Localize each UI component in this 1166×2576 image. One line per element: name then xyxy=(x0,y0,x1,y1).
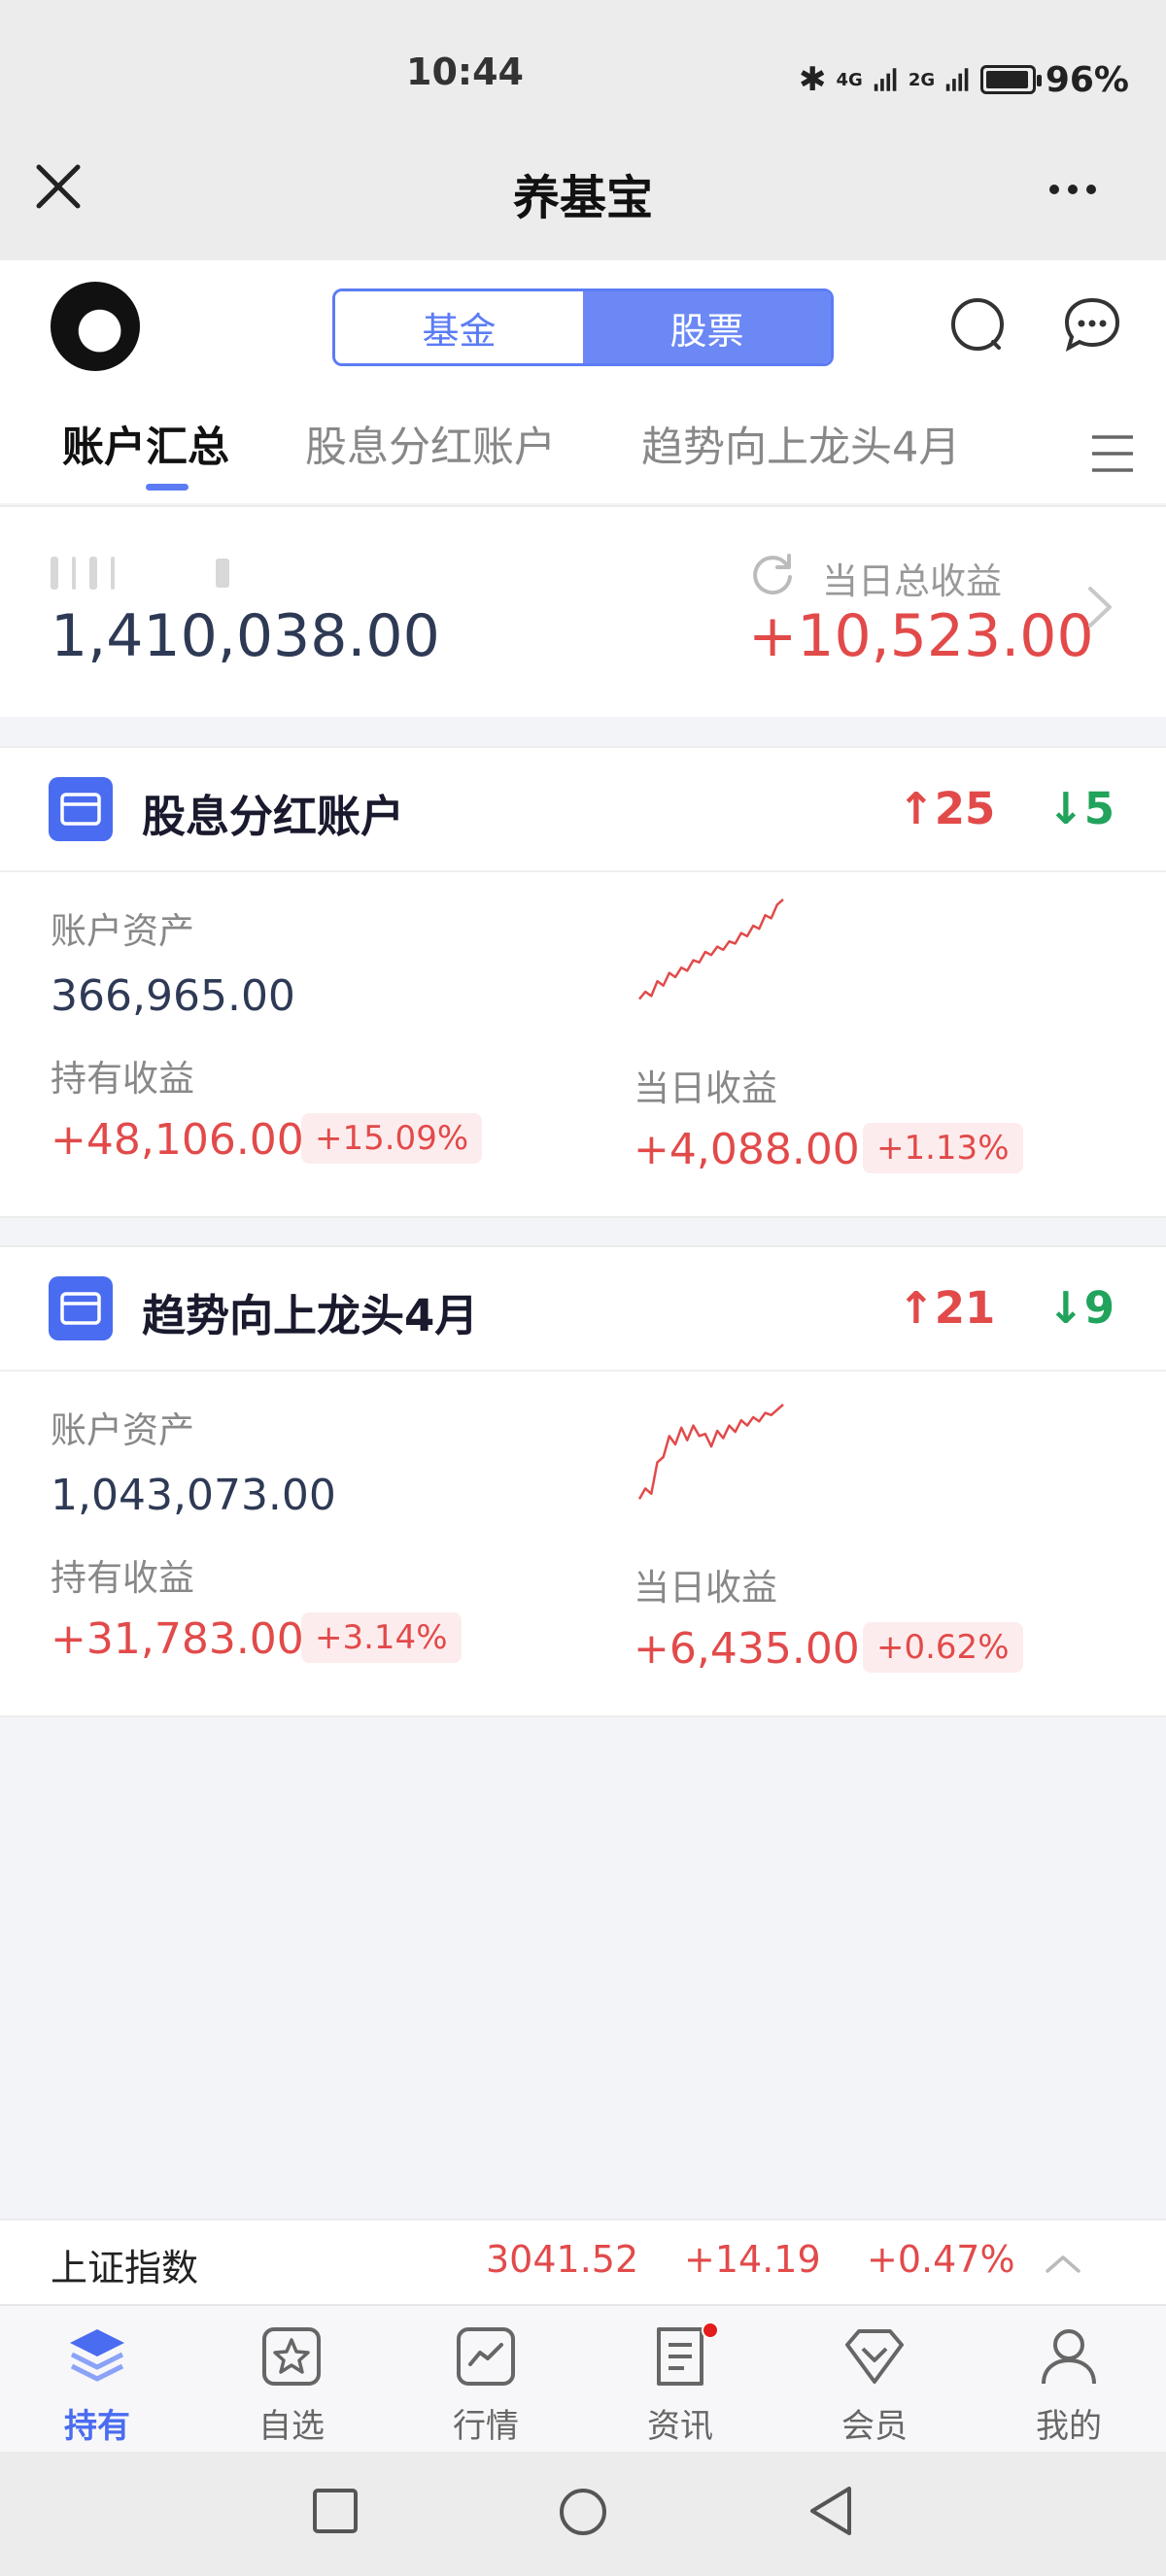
up-count-value: 21 xyxy=(934,1282,996,1334)
recent-apps-icon[interactable] xyxy=(311,2487,360,2535)
down-count: ↓5 xyxy=(1047,783,1115,834)
hold-gain-label: 持有收益 xyxy=(51,1557,194,1599)
up-count: ↑25 xyxy=(898,783,995,834)
blurred-account-name xyxy=(51,556,274,591)
assets-label: 账户资产 xyxy=(51,1409,194,1451)
up-count-value: 25 xyxy=(934,783,996,834)
hold-gain-value: +31,783.00 xyxy=(51,1614,304,1664)
total-assets: 1,410,038.00 xyxy=(51,602,440,670)
notification-badge xyxy=(702,2322,719,2339)
hold-gain-value: +48,106.00 xyxy=(51,1115,304,1165)
arrow-down-icon: ↓ xyxy=(1047,783,1084,834)
layers-icon xyxy=(70,2329,124,2382)
arrow-down-icon: ↓ xyxy=(1047,1282,1084,1334)
index-change-percent: +0.47% xyxy=(867,2238,1015,2281)
nav-label: 行情 xyxy=(453,2407,519,2446)
hold-gain-percent: +15.09% xyxy=(301,1113,483,1164)
daily-gain-percent: +1.13% xyxy=(863,1123,1023,1173)
back-icon[interactable] xyxy=(806,2485,855,2537)
sparkline-chart xyxy=(637,1404,784,1500)
daily-total-value: +10,523.00 xyxy=(748,602,1094,670)
page-title: 养基宝 xyxy=(512,171,653,225)
menu-icon[interactable] xyxy=(1088,429,1137,478)
network-2-label: 2G xyxy=(908,69,936,90)
nav-label: 会员 xyxy=(841,2407,908,2446)
clock: 10:44 xyxy=(406,51,524,93)
divider xyxy=(0,870,1166,872)
arrow-up-icon: ↑ xyxy=(898,783,935,834)
segment-fund[interactable]: 基金 xyxy=(335,291,583,363)
daily-gain-value: +6,435.00 xyxy=(634,1624,860,1674)
refresh-icon[interactable] xyxy=(750,552,795,596)
nav-label: 持有 xyxy=(64,2407,130,2446)
message-icon[interactable] xyxy=(1063,295,1121,354)
daily-gain-percent: +0.62% xyxy=(863,1622,1023,1673)
hold-gain-percent: +3.14% xyxy=(301,1612,462,1663)
assets-label: 账户资产 xyxy=(51,910,194,952)
nav-label: 我的 xyxy=(1036,2407,1102,2446)
tab-indicator xyxy=(146,484,189,491)
chevron-right-icon[interactable] xyxy=(1082,583,1117,631)
nav-profile[interactable]: 我的 xyxy=(972,2306,1166,2454)
account-tabs: 账户汇总 股息分红账户 趋势向上龙头4月 xyxy=(0,408,1166,503)
hold-gain-label: 持有收益 xyxy=(51,1058,194,1100)
battery-percent: 96% xyxy=(1045,59,1129,100)
tab-trend-account[interactable]: 趋势向上龙头4月 xyxy=(641,414,960,474)
chart-icon xyxy=(457,2327,515,2386)
index-change: +14.19 xyxy=(684,2238,821,2281)
daily-gain-label: 当日收益 xyxy=(634,1567,777,1609)
nav-label: 自选 xyxy=(258,2407,325,2446)
index-name: 上证指数 xyxy=(51,2247,199,2289)
segment-stock[interactable]: 股票 xyxy=(583,291,831,363)
arrow-up-icon: ↑ xyxy=(898,1282,935,1334)
bluetooth-icon: ✱ xyxy=(799,60,827,99)
nav-label: 资讯 xyxy=(647,2407,713,2446)
more-icon[interactable] xyxy=(1049,165,1117,214)
star-icon xyxy=(262,2327,321,2386)
system-nav-bar xyxy=(0,2452,1166,2576)
battery-icon xyxy=(980,65,1042,94)
down-count: ↓9 xyxy=(1047,1282,1115,1334)
sparkline-chart xyxy=(638,898,784,1000)
network-1-label: 4G xyxy=(836,69,863,90)
nav-membership[interactable]: 会员 xyxy=(777,2306,972,2454)
daily-gain-label: 当日收益 xyxy=(634,1068,777,1109)
signal-icon xyxy=(874,68,897,91)
sparkline-line xyxy=(638,898,784,1000)
account-name: 股息分红账户 xyxy=(142,791,405,842)
nav-holdings[interactable]: 持有 xyxy=(0,2306,194,2454)
tab-account-summary[interactable]: 账户汇总 xyxy=(62,414,229,474)
wallet-icon xyxy=(49,1276,113,1340)
daily-total-label: 当日总收益 xyxy=(822,560,1002,602)
fund-stock-toggle: 基金 股票 xyxy=(332,288,834,366)
sparkline-line xyxy=(637,1404,784,1500)
index-value: 3041.52 xyxy=(486,2238,639,2281)
user-icon xyxy=(1042,2329,1096,2385)
tab-dividend-account[interactable]: 股息分红账户 xyxy=(305,414,556,474)
diamond-icon xyxy=(845,2329,904,2384)
assets-value: 1,043,073.00 xyxy=(51,1471,336,1520)
down-count-value: 5 xyxy=(1083,783,1115,834)
down-count-value: 9 xyxy=(1083,1282,1115,1334)
nav-market[interactable]: 行情 xyxy=(389,2306,583,2454)
chevron-up-icon[interactable] xyxy=(1044,2252,1082,2275)
avatar[interactable] xyxy=(51,282,140,371)
divider xyxy=(0,1370,1166,1372)
bottom-nav: 持有 自选 行情 资讯 会员 我的 xyxy=(0,2304,1166,2452)
search-icon[interactable] xyxy=(948,295,1007,354)
up-count: ↑21 xyxy=(898,1282,995,1334)
home-icon[interactable] xyxy=(558,2487,608,2537)
signal-icon-2 xyxy=(946,68,969,91)
nav-news[interactable]: 资讯 xyxy=(583,2306,777,2454)
status-icons: ✱ 4G 2G 96% xyxy=(799,56,1129,103)
daily-gain-value: +4,088.00 xyxy=(634,1125,860,1174)
assets-value: 366,965.00 xyxy=(51,971,295,1021)
nav-watchlist[interactable]: 自选 xyxy=(194,2306,389,2454)
account-name: 趋势向上龙头4月 xyxy=(142,1290,479,1341)
wallet-icon xyxy=(49,777,113,841)
